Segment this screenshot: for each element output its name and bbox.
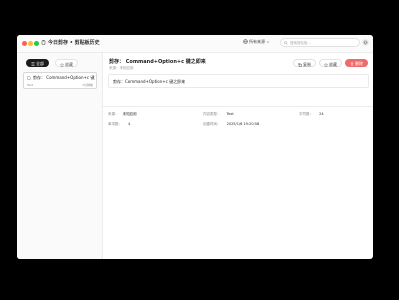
info-words-value: 4 — [128, 122, 131, 126]
info-created-value: 2025/1/6 19:20:58 — [226, 122, 260, 126]
document-icon — [27, 76, 31, 80]
copy-label: 复制 — [303, 62, 311, 67]
info-words-label: 单词数： — [108, 122, 122, 126]
app-title-text: 今日剪存 • 剪贴板历史 — [48, 40, 100, 46]
title-bar: 今日剪存 • 剪贴板历史 所有来源 搜索剪贴板... — [17, 35, 373, 53]
info-source-value: 未知应用 — [122, 112, 137, 116]
globe-icon — [243, 39, 248, 44]
app-window: 今日剪存 • 剪贴板历史 所有来源 搜索剪贴板... 全部 收藏 剪存： Com… — [17, 35, 373, 259]
maximize-window-button[interactable] — [34, 41, 39, 46]
tab-all[interactable]: 全部 — [26, 59, 49, 67]
info-source: 来源： 未知应用 — [108, 112, 137, 117]
tab-favorites-label: 收藏 — [65, 62, 73, 67]
info-chars-label: 字符数： — [299, 112, 313, 116]
detail-source: 来源：未知应用 — [109, 66, 134, 70]
delete-label: 删除 — [355, 61, 363, 66]
list-icon — [31, 62, 35, 66]
favorite-button[interactable]: 收藏 — [319, 59, 342, 67]
content-preview: 剪存：Command+Option+c 键之即来 — [108, 74, 369, 88]
detail-panel: 剪存： Command+Option+c 键之即来 来源：未知应用 复制 收藏 … — [103, 53, 373, 259]
divider — [103, 106, 373, 107]
list-item-text: 剪存： Command+Option+c 键之... — [33, 75, 95, 80]
search-icon — [284, 41, 288, 45]
star-icon — [324, 63, 328, 67]
content-text: 剪存：Command+Option+c 键之即来 — [113, 79, 186, 84]
star-icon — [60, 63, 64, 67]
info-created-label: 创建时间： — [203, 122, 221, 126]
favorite-label: 收藏 — [329, 62, 337, 67]
source-filter-dropdown[interactable]: 所有来源 — [243, 39, 270, 45]
app-title: 今日剪存 • 剪贴板历史 — [41, 39, 100, 46]
info-chars: 字符数： 24 — [299, 112, 324, 117]
clipboard-list-item[interactable]: 剪存： Command+Option+c 键之... Text 1分钟前 — [23, 72, 97, 89]
copy-button[interactable]: 复制 — [293, 59, 316, 67]
sidebar: 全部 收藏 剪存： Command+Option+c 键之... Text 1分… — [17, 53, 103, 259]
tab-all-label: 全部 — [36, 61, 44, 66]
info-type-value: Text — [226, 112, 234, 116]
info-type: 内容类型： Text — [203, 112, 234, 117]
info-words: 单词数： 4 — [108, 122, 130, 127]
clipboard-icon — [41, 40, 46, 45]
info-created: 创建时间： 2025/1/6 19:20:58 — [203, 122, 259, 127]
settings-button[interactable] — [362, 39, 369, 46]
close-window-button[interactable] — [22, 41, 27, 46]
copy-icon — [298, 63, 302, 67]
list-item-time: 1分钟前 — [82, 83, 93, 87]
tab-favorites[interactable]: 收藏 — [55, 59, 78, 67]
info-source-label: 来源： — [108, 112, 119, 116]
info-chars-value: 24 — [319, 112, 324, 116]
gear-icon — [363, 40, 368, 45]
detail-title: 剪存： Command+Option+c 键之即来 — [109, 59, 206, 65]
chevron-down-icon — [266, 41, 270, 43]
source-filter-label: 所有来源 — [249, 39, 265, 44]
trash-icon — [350, 62, 354, 66]
delete-button[interactable]: 删除 — [345, 59, 368, 67]
minimize-window-button[interactable] — [28, 41, 33, 46]
search-input[interactable]: 搜索剪贴板... — [280, 38, 360, 47]
search-placeholder: 搜索剪贴板... — [290, 41, 311, 45]
list-item-type: Text — [27, 83, 34, 87]
info-type-label: 内容类型： — [203, 112, 221, 116]
